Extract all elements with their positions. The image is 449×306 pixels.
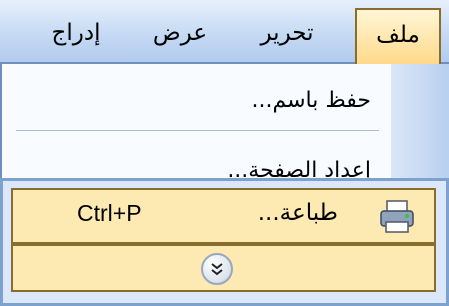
menu-view[interactable]: عرض (140, 12, 220, 54)
menu-file[interactable]: ملف (355, 8, 441, 64)
menu-edit[interactable]: تحرير (238, 12, 336, 54)
menu-insert[interactable]: إدراج (28, 12, 124, 54)
expand-menu-row[interactable] (11, 244, 436, 292)
print-shortcut: Ctrl+P (77, 200, 142, 226)
menu-item-save-as[interactable]: حفظ باسم... (252, 88, 372, 113)
menu-item-print[interactable]: طباعة... Ctrl+P (11, 188, 436, 244)
print-label: طباعة... (257, 200, 338, 226)
menu-bar: ملف تحرير عرض إدراج (0, 0, 449, 64)
menu-separator (16, 130, 379, 131)
printer-icon (378, 198, 416, 236)
chevron-double-down-icon[interactable] (201, 253, 233, 285)
menu-expanded-panel: طباعة... Ctrl+P (0, 178, 449, 306)
